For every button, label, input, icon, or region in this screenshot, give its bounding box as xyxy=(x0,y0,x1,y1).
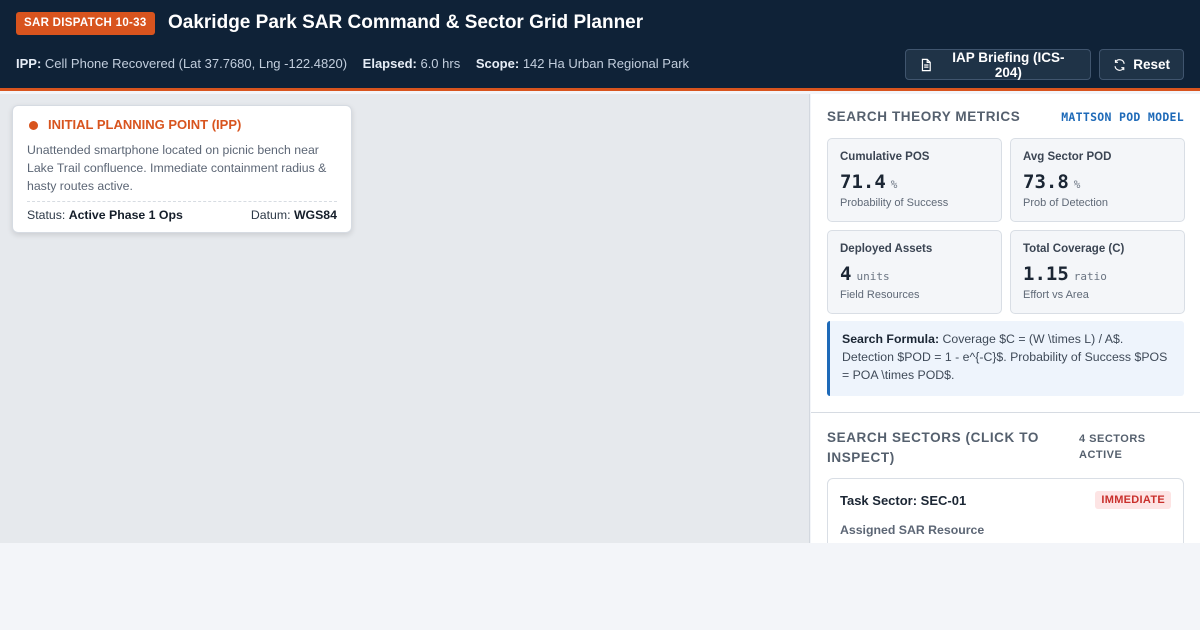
metric-value-row: 73.8 % xyxy=(1023,171,1172,193)
scope-value: 142 Ha Urban Regional Park xyxy=(522,56,690,71)
ipp-value: Cell Phone Recovered (Lat 37.7680, Lng -… xyxy=(44,56,348,71)
metric-card-coverage: Total Coverage (C) 1.15 ratio Effort vs … xyxy=(1010,230,1185,314)
metric-unit: units xyxy=(856,270,890,283)
ipp-marker-icon xyxy=(29,120,38,130)
formula-label: Search Formula: xyxy=(842,332,940,346)
page-title: Oakridge Park SAR Command & Sector Grid … xyxy=(168,12,644,33)
priority-badge: IMMEDIATE xyxy=(1095,491,1171,509)
ipp-description: Unattended smartphone located on picnic … xyxy=(27,143,327,193)
reset-label: Reset xyxy=(1133,57,1170,72)
metric-label: Deployed Assets xyxy=(840,243,933,255)
sectors-count: 4 SECTORS ACTIVE xyxy=(1079,433,1146,461)
elapsed-value: 6.0 hrs xyxy=(420,56,461,71)
scope-meta: Scope: 142 Ha Urban Regional Park xyxy=(476,56,689,71)
sector-name: Task Sector: SEC-01 xyxy=(840,492,967,508)
metric-sub: Probability of Success xyxy=(840,197,949,209)
dispatch-badge: SAR DISPATCH 10-33 xyxy=(16,12,155,35)
metric-unit: % xyxy=(1073,178,1081,191)
metric-label: Avg Sector POD xyxy=(1023,151,1112,163)
metric-card-pos: Cumulative POS 71.4 % Probability of Suc… xyxy=(827,138,1002,222)
metric-card-pod: Avg Sector POD 73.8 % Prob of Detection xyxy=(1010,138,1185,222)
incident-meta: IPP: Cell Phone Recovered (Lat 37.7680, … xyxy=(16,56,701,72)
metrics-title: SEARCH THEORY METRICS xyxy=(827,109,1021,124)
scope-label: Scope: xyxy=(475,56,520,71)
datum-value: WGS84 xyxy=(293,208,337,222)
iap-briefing-label: IAP Briefing (ICS-204) xyxy=(952,49,1065,80)
app-header: SAR DISPATCH 10-33 Oakridge Park SAR Com… xyxy=(0,0,1200,91)
model-tag: MATTSON POD MODEL xyxy=(1061,109,1184,124)
metric-unit: % xyxy=(890,178,898,191)
metrics-header: SEARCH THEORY METRICS MATTSON POD MODEL xyxy=(827,109,1184,124)
elapsed-meta: Elapsed: 6.0 hrs xyxy=(363,56,461,71)
metric-unit: ratio xyxy=(1073,270,1107,283)
search-formula-note: Search Formula: Coverage $C = (W \times … xyxy=(827,321,1184,396)
metric-value: 71.4 xyxy=(840,171,886,193)
ipp-popup-footer: Status: Active Phase 1 Ops Datum: WGS84 xyxy=(27,201,337,222)
sector-card-header: Task Sector: SEC-01 IMMEDIATE xyxy=(840,491,1171,509)
metric-label: Cumulative POS xyxy=(840,151,930,163)
metric-value: 4 xyxy=(840,263,852,285)
status-value: Active Phase 1 Ops xyxy=(68,208,183,222)
document-icon xyxy=(921,58,931,71)
metric-sub: Field Resources xyxy=(840,289,920,301)
metric-value-row: 71.4 % xyxy=(840,171,989,193)
iap-briefing-button[interactable]: IAP Briefing (ICS-204) xyxy=(905,49,1091,80)
refresh-icon xyxy=(1114,58,1125,71)
datum-label: Datum: xyxy=(250,208,291,222)
ipp-status: Status: Active Phase 1 Ops xyxy=(27,208,183,222)
section-divider xyxy=(811,412,1200,413)
metric-value: 1.15 xyxy=(1023,263,1069,285)
metric-value: 73.8 xyxy=(1023,171,1069,193)
status-label: Status: xyxy=(27,208,66,222)
ipp-datum: Datum: WGS84 xyxy=(251,208,337,222)
assigned-resource-label: Assigned SAR Resource xyxy=(840,523,985,537)
metric-card-assets: Deployed Assets 4 units Field Resources xyxy=(827,230,1002,314)
sector-card[interactable]: Task Sector: SEC-01 IMMEDIATE Assigned S… xyxy=(827,478,1184,543)
ipp-title-text: INITIAL PLANNING POINT (IPP) xyxy=(48,117,242,132)
sectors-title: SEARCH SECTORS (CLICK TO INSPECT) xyxy=(827,430,1039,465)
metric-value-row: 4 units xyxy=(840,263,989,285)
metric-sub: Effort vs Area xyxy=(1023,289,1089,301)
page-footer-area xyxy=(0,543,1200,630)
reset-button[interactable]: Reset xyxy=(1099,49,1184,80)
ipp-popup-title: INITIAL PLANNING POINT (IPP) xyxy=(27,117,337,133)
ipp-popup: INITIAL PLANNING POINT (IPP) Unattended … xyxy=(12,105,352,233)
elapsed-label: Elapsed: xyxy=(362,56,417,71)
metrics-panel: SEARCH THEORY METRICS MATTSON POD MODEL … xyxy=(811,94,1200,543)
ipp-meta: IPP: Cell Phone Recovered (Lat 37.7680, … xyxy=(16,56,347,71)
metric-value-row: 1.15 ratio xyxy=(1023,263,1172,285)
ipp-label: IPP: xyxy=(16,56,42,71)
metric-label: Total Coverage (C) xyxy=(1023,243,1125,255)
metric-sub: Prob of Detection xyxy=(1023,197,1108,209)
sector-map[interactable]: INITIAL PLANNING POINT (IPP) Unattended … xyxy=(0,94,810,543)
